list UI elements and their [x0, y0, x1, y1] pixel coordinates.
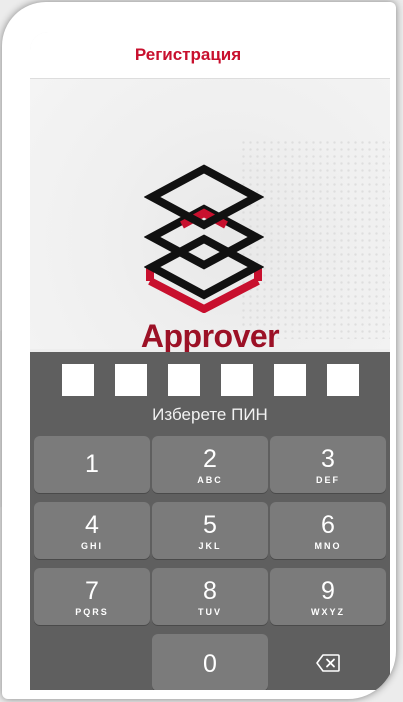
key-digit: 1	[85, 450, 99, 478]
key-digit: 2	[203, 445, 217, 473]
backspace-icon	[316, 653, 340, 672]
delete-key[interactable]	[270, 634, 386, 690]
key-0[interactable]: 0	[152, 634, 268, 690]
key-7[interactable]: 7 PQRS	[34, 568, 150, 625]
pin-digit-box-3[interactable]	[168, 364, 200, 396]
pin-label: Изберете ПИН	[152, 405, 268, 424]
key-letters: TUV	[198, 607, 222, 617]
key-digit: 7	[85, 577, 99, 605]
key-8[interactable]: 8 TUV	[152, 568, 268, 625]
pin-digit-box-6[interactable]	[327, 364, 359, 396]
pin-digit-box-4[interactable]	[221, 364, 253, 396]
app-logo-icon	[144, 164, 264, 313]
key-digit: 8	[203, 577, 217, 605]
app-screen: Регистрация Approver Изберете ПИН 1 2 AB…	[30, 32, 390, 690]
page: Регистрация Approver Изберете ПИН 1 2 AB…	[0, 0, 403, 702]
key-5[interactable]: 5 JKL	[152, 502, 268, 559]
key-letters: DEF	[316, 475, 340, 485]
key-letters: MNO	[314, 541, 342, 551]
key-letters: JKL	[198, 541, 222, 551]
key-digit: 4	[85, 511, 99, 539]
key-letters: PQRS	[75, 607, 109, 617]
key-digit: 9	[321, 577, 335, 605]
key-digit: 0	[203, 650, 217, 678]
pin-digit-box-5[interactable]	[274, 364, 306, 396]
key-2[interactable]: 2 ABC	[152, 436, 268, 493]
phone-frame: Регистрация Approver Изберете ПИН 1 2 AB…	[2, 2, 396, 699]
pin-digit-box-2[interactable]	[115, 364, 147, 396]
page-title: Регистрация	[134, 45, 242, 64]
app-name: Approver	[140, 318, 280, 354]
key-letters: WXYZ	[311, 607, 345, 617]
header: Регистрация	[30, 32, 390, 79]
pin-digit-box-1[interactable]	[62, 364, 94, 396]
key-letters: ABC	[197, 475, 223, 485]
key-6[interactable]: 6 MNO	[270, 502, 386, 559]
logo-area: Approver	[30, 79, 390, 354]
key-4[interactable]: 4 GHI	[34, 502, 150, 559]
key-3[interactable]: 3 DEF	[270, 436, 386, 493]
key-digit: 6	[321, 511, 335, 539]
pin-boxes	[62, 364, 359, 396]
key-1[interactable]: 1	[34, 436, 150, 493]
key-9[interactable]: 9 WXYZ	[270, 568, 386, 625]
pin-entry-area: Изберете ПИН 1 2 ABC 3 DEF 4 GHI 5 JKL 6…	[30, 352, 390, 690]
key-letters: GHI	[80, 541, 103, 551]
key-digit: 5	[203, 511, 217, 539]
key-digit: 3	[321, 445, 335, 473]
